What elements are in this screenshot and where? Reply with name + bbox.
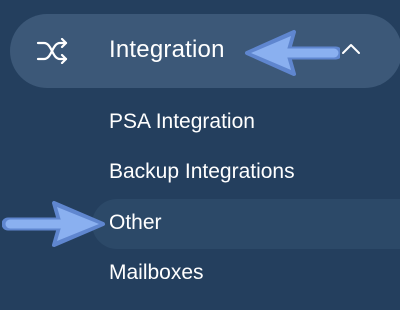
chevron-up-icon[interactable] xyxy=(340,40,362,56)
submenu-item-backup-integrations[interactable]: Backup Integrations xyxy=(109,158,295,186)
nav-item-label: Integration xyxy=(109,36,225,63)
arrow-right-icon xyxy=(2,201,105,247)
submenu-item-other-label: Other xyxy=(109,211,162,234)
arrow-left-icon xyxy=(245,30,340,76)
submenu-item-mailboxes[interactable]: Mailboxes xyxy=(109,259,204,287)
shuffle-icon xyxy=(36,38,68,64)
submenu-item-psa-integration[interactable]: PSA Integration xyxy=(109,108,255,136)
